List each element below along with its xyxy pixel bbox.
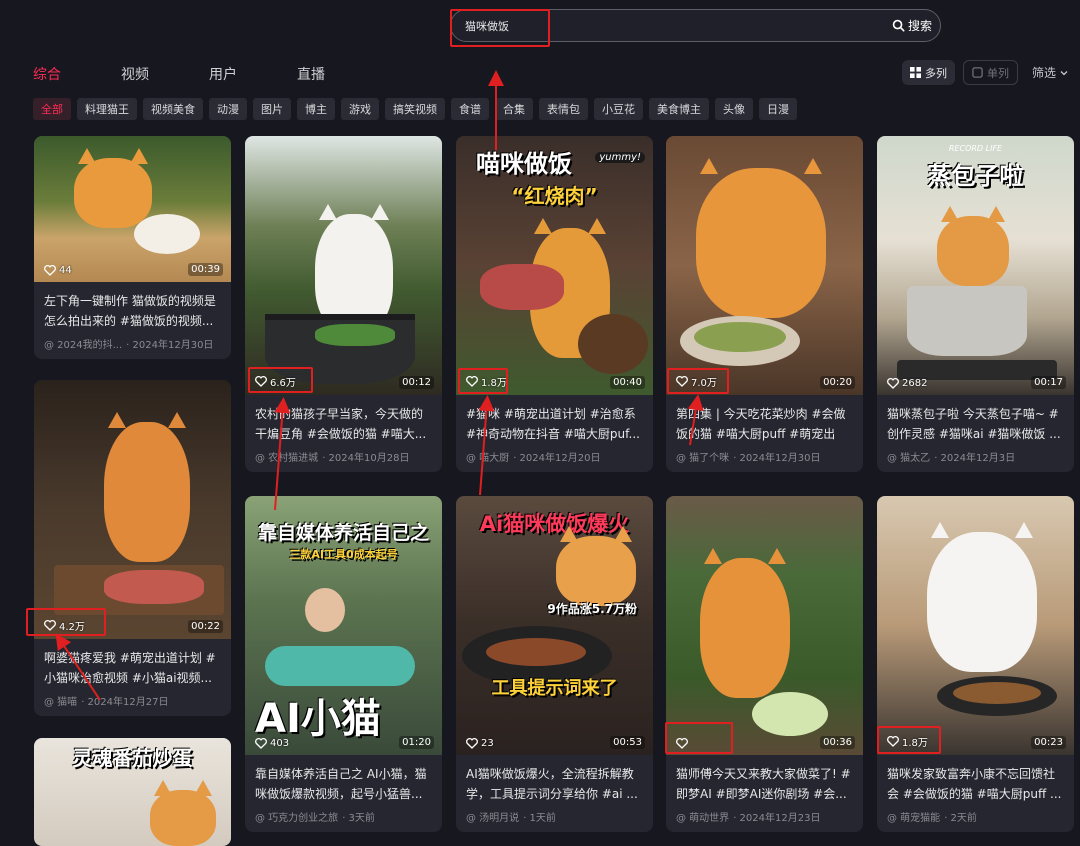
arrow-to-likes-col3 <box>478 395 495 496</box>
annotation-arrows <box>55 70 704 701</box>
arrow-to-likes-col2 <box>274 397 291 511</box>
arrow-to-likes-col1 <box>55 633 101 701</box>
arrow-to-likes-col4 <box>687 394 704 446</box>
